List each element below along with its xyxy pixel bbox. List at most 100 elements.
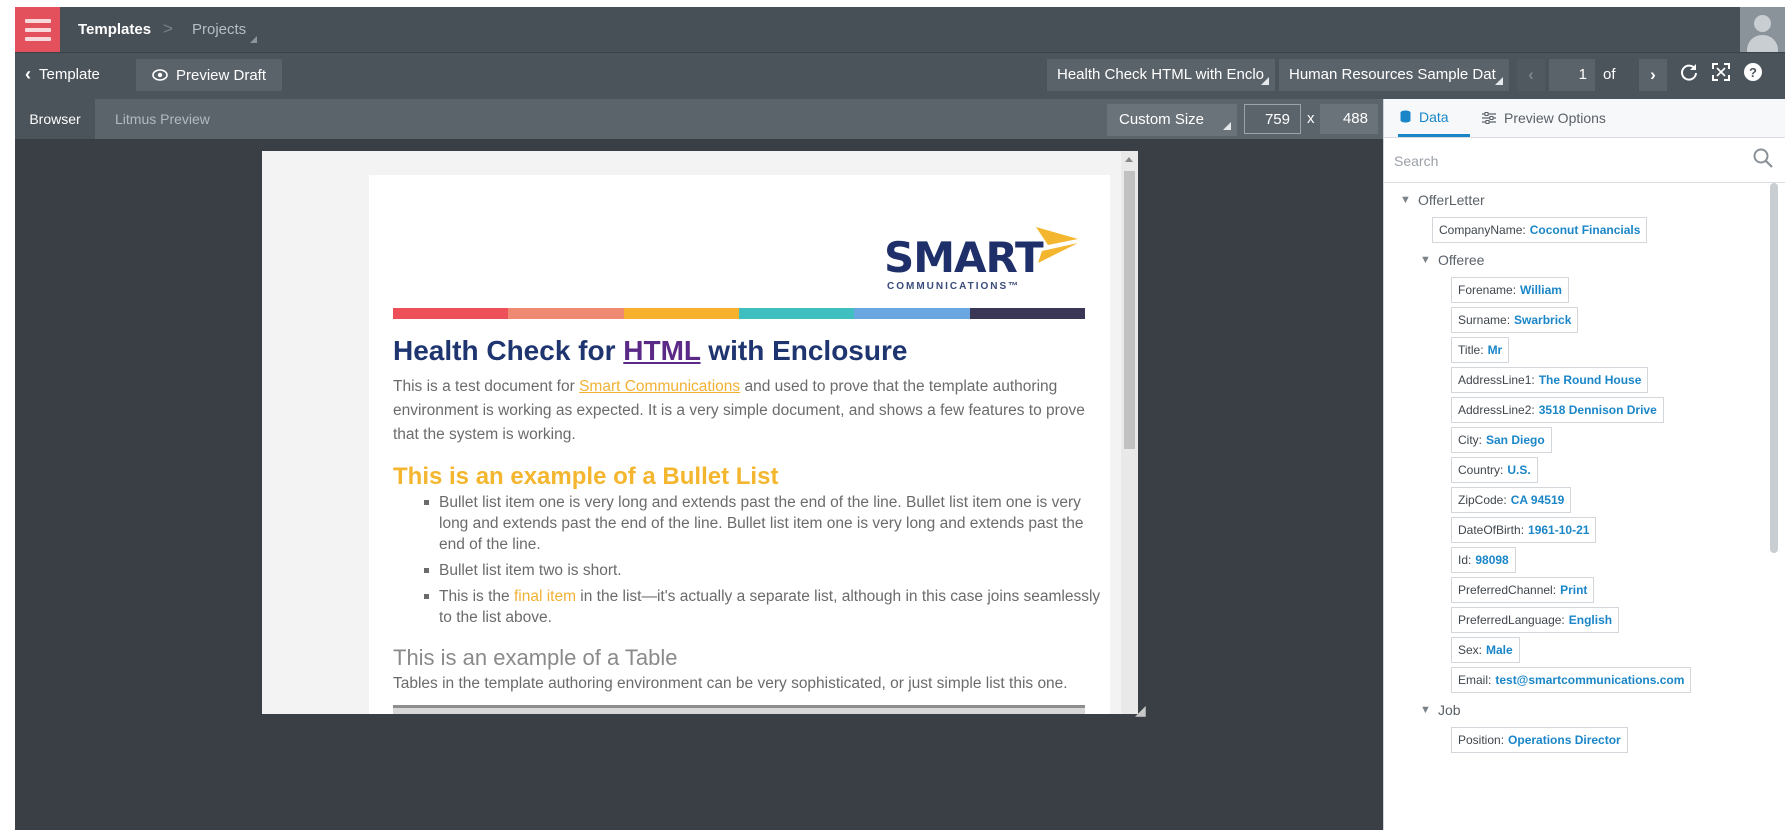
smart-communications-link[interactable]: Smart Communications [579, 378, 740, 395]
chevron-down-icon: ▼ [1420, 254, 1431, 266]
data-source-select[interactable]: Human Resources Sample Dat [1279, 59, 1509, 91]
breadcrumb-projects[interactable]: Projects [192, 21, 246, 38]
scroll-up-icon[interactable] [1125, 157, 1133, 162]
field-key: AddressLine2: [1458, 403, 1535, 417]
field-value: Print [1560, 583, 1588, 597]
field-key: Position: [1458, 733, 1505, 747]
tree-node-job[interactable]: ▼ Job [1420, 702, 1461, 718]
field-value: 3518 Dennison Drive [1538, 403, 1657, 417]
field-key: Surname: [1458, 313, 1511, 327]
tab-litmus-preview[interactable]: Litmus Preview [115, 99, 210, 139]
data-field[interactable]: AddressLine2: 3518 Dennison Drive [1451, 397, 1664, 423]
width-input[interactable]: 759 [1244, 104, 1301, 134]
field-value: Male [1486, 643, 1513, 657]
breadcrumb-templates[interactable]: Templates [78, 21, 151, 38]
field-key: Id: [1458, 553, 1472, 567]
template-label: Template [39, 66, 100, 83]
size-mode-select[interactable]: Custom Size [1107, 104, 1237, 136]
tab-preview-options[interactable]: Preview Options [1482, 99, 1606, 137]
scrollbar-thumb[interactable] [1124, 171, 1135, 449]
panel-scrollbar-thumb[interactable] [1770, 183, 1778, 553]
data-field[interactable]: Title: Mr [1451, 337, 1510, 363]
height-input[interactable]: 488 [1320, 104, 1378, 134]
panel-tabs: Data Preview Options [1384, 99, 1785, 138]
help-icon[interactable]: ? [1743, 62, 1763, 88]
data-field[interactable]: Country: U.S. [1451, 457, 1538, 483]
document-page: SMART COMMUNICATIONS™ Health Check for H… [369, 175, 1110, 714]
title-text-start: Health Check for [393, 335, 624, 366]
color-bar-segment [738, 308, 855, 319]
size-mode-value: Custom Size [1119, 111, 1205, 128]
field-key: City: [1458, 433, 1482, 447]
template-select[interactable]: Health Check HTML with Enclo [1047, 59, 1275, 91]
preview-subbar: Browser Litmus Preview Custom Size 759 x… [15, 99, 1383, 139]
field-value: Coconut Financials [1529, 223, 1641, 237]
back-to-template-button[interactable]: ‹ Template [25, 64, 100, 85]
field-value: Mr [1487, 343, 1503, 357]
dropdown-corner-icon [1261, 77, 1269, 85]
tree-node-label: Job [1438, 702, 1461, 718]
preview-scrollbar[interactable] [1121, 151, 1138, 714]
color-bar-segment [969, 308, 1085, 319]
tree-node-offeree[interactable]: ▼ Offeree [1420, 252, 1484, 268]
tab-data[interactable]: Data [1398, 99, 1470, 137]
document-title: Health Check for HTML with Enclosure [393, 335, 907, 367]
field-value: San Diego [1486, 433, 1545, 447]
html-link[interactable]: HTML [623, 335, 700, 366]
tab-browser[interactable]: Browser [15, 99, 95, 139]
list-item: Bullet list item two is short. [424, 560, 1111, 581]
field-value: Swarbrick [1514, 313, 1572, 327]
color-bar-segment [393, 308, 509, 319]
field-value: U.S. [1507, 463, 1531, 477]
data-field[interactable]: ZipCode: CA 94519 [1451, 487, 1572, 513]
preview-draft-button[interactable]: Preview Draft [136, 59, 283, 91]
data-field[interactable]: Forename: William [1451, 277, 1569, 303]
resize-handle-icon[interactable]: ◢ [1135, 702, 1146, 719]
field-value: CA 94519 [1510, 493, 1565, 507]
data-field[interactable]: DateOfBirth: 1961-10-21 [1451, 517, 1597, 543]
data-field-companyname[interactable]: CompanyName: Coconut Financials [1432, 217, 1648, 243]
preview-frame[interactable]: SMART COMMUNICATIONS™ Health Check for H… [262, 151, 1138, 714]
chevron-left-icon: ‹ [25, 64, 31, 84]
database-icon [1400, 110, 1411, 123]
data-field[interactable]: Surname: Swarbrick [1451, 307, 1579, 333]
data-field[interactable]: PreferredLanguage: English [1451, 607, 1620, 633]
dimension-separator: x [1307, 110, 1315, 127]
preview-draft-label: Preview Draft [176, 66, 267, 84]
list-item-text-start: This is the [439, 588, 514, 605]
tree-node-label: OfferLetter [1418, 192, 1485, 208]
list-item: Bullet list item one is very long and ex… [424, 492, 1111, 555]
data-field[interactable]: Sex: Male [1451, 637, 1520, 663]
previous-page-button[interactable]: ‹ [1517, 59, 1545, 91]
search-input[interactable]: Search [1384, 138, 1785, 183]
color-bar-segment [623, 308, 739, 319]
page-number-input[interactable]: 1 [1549, 59, 1595, 91]
fullscreen-icon[interactable] [1711, 62, 1731, 88]
data-field[interactable]: PreferredChannel: Print [1451, 577, 1595, 603]
intro-paragraph: This is a test document for Smart Commun… [393, 375, 1093, 447]
smart-communications-logo: SMART COMMUNICATIONS™ [884, 223, 1084, 293]
field-value: 98098 [1475, 553, 1509, 567]
dropdown-corner-icon [1223, 122, 1231, 130]
color-bar [393, 308, 1085, 319]
tree-node-offerletter[interactable]: ▼ OfferLetter [1400, 192, 1485, 208]
next-page-button[interactable]: › [1639, 59, 1667, 91]
user-avatar-icon[interactable] [1740, 7, 1785, 52]
data-field[interactable]: Id: 98098 [1451, 547, 1516, 573]
svg-text:?: ? [1749, 65, 1757, 80]
data-panel: Data Preview Options Search ▼ OfferLette… [1383, 99, 1785, 830]
refresh-icon[interactable] [1679, 62, 1699, 88]
field-key: DateOfBirth: [1458, 523, 1525, 537]
search-icon[interactable] [1752, 147, 1774, 169]
data-field[interactable]: Email: test@smartcommunications.com [1451, 667, 1692, 693]
field-key: Forename: [1458, 283, 1517, 297]
sliders-icon [1482, 112, 1496, 124]
field-value: 1961-10-21 [1528, 523, 1590, 537]
data-field[interactable]: City: San Diego [1451, 427, 1552, 453]
table-header-strip [393, 705, 1085, 714]
hamburger-menu-icon[interactable] [15, 7, 60, 52]
tab-preview-options-label: Preview Options [1504, 110, 1606, 126]
data-field[interactable]: Position: Operations Director [1451, 727, 1628, 753]
data-field[interactable]: AddressLine1: The Round House [1451, 367, 1649, 393]
field-key: ZipCode: [1458, 493, 1507, 507]
